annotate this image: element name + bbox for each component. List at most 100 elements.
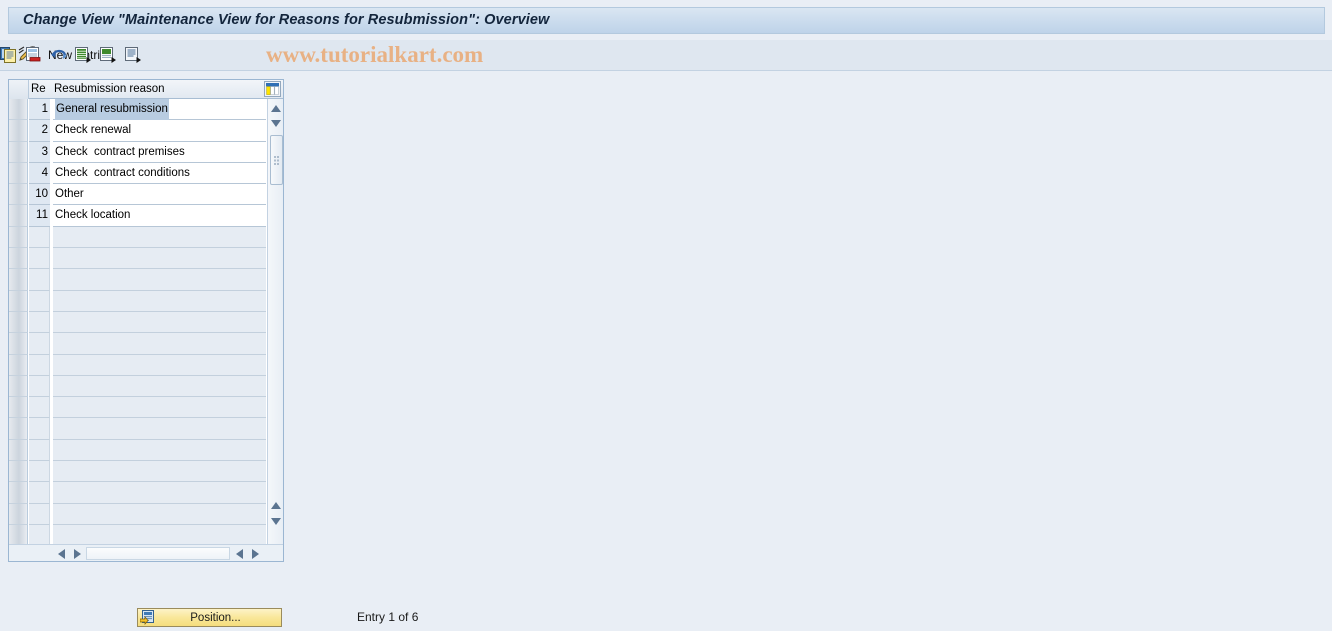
row-select-cell[interactable] [9,503,28,525]
row-key-cell[interactable] [29,290,50,312]
row-reason-cell[interactable]: General resubmission [53,99,266,121]
row-select-cell[interactable] [9,311,28,334]
details-icon[interactable] [125,47,142,63]
row-key-cell[interactable]: 3 [29,141,50,163]
table-row-empty[interactable] [9,290,266,312]
row-reason-cell[interactable] [53,311,266,334]
horizontal-scrollbar[interactable] [9,544,283,561]
table-row-empty[interactable] [9,524,266,544]
row-key-cell[interactable] [29,248,50,270]
column-header-reason[interactable]: Resubmission reason [54,80,165,99]
table-row-empty[interactable] [9,354,266,376]
table-row[interactable]: 2 Check renewal [9,120,266,142]
row-key-cell[interactable] [29,269,50,291]
row-select-cell[interactable] [9,99,28,121]
row-key-cell[interactable]: 4 [29,162,50,185]
table-row[interactable]: 1 General resubmission [9,99,266,121]
scroll-left-icon-right[interactable] [233,547,246,560]
row-key-cell[interactable] [29,226,50,249]
row-select-cell[interactable] [9,290,28,312]
table-row-empty[interactable] [9,439,266,462]
vertical-scroll-thumb[interactable] [270,135,283,185]
table-row-empty[interactable] [9,503,266,525]
horizontal-scroll-track[interactable] [86,547,230,560]
row-key-cell[interactable]: 1 [29,99,50,121]
table-row[interactable]: 3 Check contract premises [9,141,266,163]
scroll-right-icon[interactable] [71,547,84,560]
row-reason-cell[interactable] [53,524,266,544]
delete-icon[interactable] [25,47,42,63]
row-reason-cell[interactable]: Check contract premises [53,141,266,163]
undo-icon[interactable] [50,47,67,63]
table-row-empty[interactable] [9,333,266,355]
row-key-cell[interactable] [29,418,50,440]
row-key-cell[interactable] [29,439,50,462]
row-reason-cell[interactable] [53,482,266,504]
row-select-cell[interactable] [9,184,28,206]
row-select-cell[interactable] [9,418,28,440]
row-key-cell[interactable] [29,311,50,334]
deselect-all-icon[interactable] [100,47,117,63]
vertical-scrollbar[interactable] [267,99,283,544]
row-select-cell[interactable] [9,397,28,419]
scroll-up-icon[interactable] [269,101,283,115]
row-reason-cell[interactable] [53,375,266,398]
row-reason-cell[interactable] [53,269,266,291]
table-row-empty[interactable] [9,482,266,504]
row-select-cell[interactable] [9,269,28,291]
table-row-empty[interactable] [9,375,266,398]
copy-as-icon[interactable] [0,47,17,63]
column-header-key[interactable]: Re [29,80,52,99]
select-all-icon[interactable] [75,47,92,63]
row-key-cell[interactable] [29,482,50,504]
table-row-empty[interactable] [9,397,266,419]
row-reason-cell[interactable]: Other [53,184,266,206]
row-select-cell[interactable] [9,248,28,270]
row-reason-cell[interactable] [53,418,266,440]
row-reason-cell[interactable] [53,333,266,355]
row-key-cell[interactable] [29,333,50,355]
row-select-cell[interactable] [9,333,28,355]
row-key-cell[interactable]: 11 [29,205,50,227]
row-select-cell[interactable] [9,439,28,462]
row-key-cell[interactable] [29,375,50,398]
column-configuration-icon[interactable] [264,81,281,97]
row-select-cell[interactable] [9,141,28,163]
table-row[interactable]: 11 Check location [9,205,266,227]
row-key-cell[interactable] [29,354,50,376]
row-reason-cell[interactable] [53,226,266,249]
table-row[interactable]: 10 Other [9,184,266,206]
table-row-empty[interactable] [9,248,266,270]
position-button[interactable]: Position... [137,608,282,627]
scroll-up-icon-bottom[interactable] [269,498,283,512]
row-select-cell[interactable] [9,354,28,376]
row-reason-cell[interactable] [53,461,266,483]
row-select-cell[interactable] [9,524,28,544]
header-select-all-cell[interactable] [9,80,29,99]
row-reason-cell[interactable]: Check location [53,205,266,227]
row-key-cell[interactable] [29,524,50,544]
scroll-left-icon[interactable] [55,547,68,560]
scroll-right-icon-right[interactable] [249,547,262,560]
row-key-cell[interactable] [29,503,50,525]
table-row-empty[interactable] [9,226,266,249]
row-reason-cell[interactable] [53,503,266,525]
row-select-cell[interactable] [9,162,28,185]
row-select-cell[interactable] [9,482,28,504]
scroll-down-icon[interactable] [269,116,283,130]
row-key-cell[interactable] [29,397,50,419]
row-select-cell[interactable] [9,461,28,483]
table-row[interactable]: 4 Check contract conditions [9,162,266,185]
row-reason-cell[interactable]: Check contract conditions [53,162,266,185]
table-row-empty[interactable] [9,461,266,483]
row-reason-cell[interactable] [53,290,266,312]
table-row-empty[interactable] [9,269,266,291]
row-reason-cell[interactable]: Check renewal [53,120,266,142]
row-key-cell[interactable]: 10 [29,184,50,206]
table-row-empty[interactable] [9,418,266,440]
table-row-empty[interactable] [9,311,266,334]
row-reason-cell[interactable] [53,248,266,270]
row-reason-cell[interactable] [53,354,266,376]
row-select-cell[interactable] [9,120,28,142]
row-key-cell[interactable] [29,461,50,483]
